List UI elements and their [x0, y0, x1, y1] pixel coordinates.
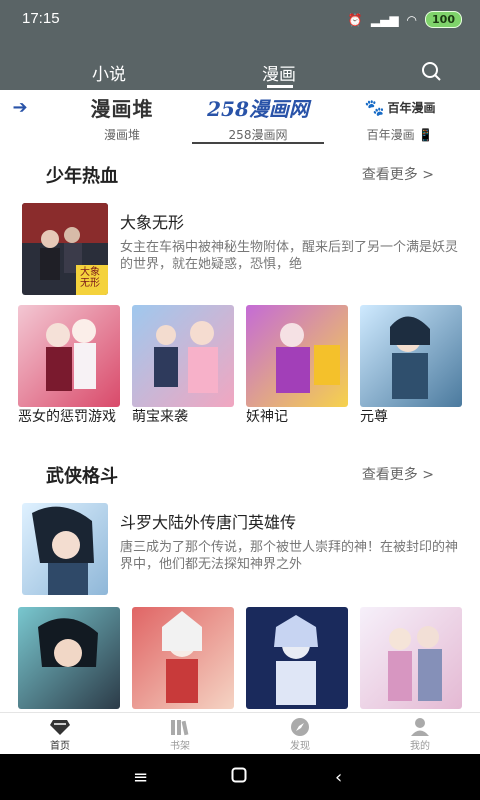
comic-title: 恶女的惩罚游戏 [18, 409, 116, 425]
comic-cover [22, 503, 108, 595]
tab-novel[interactable]: 小说 [92, 60, 126, 85]
system-nav-bar: ≡ ‹ [0, 754, 480, 800]
comic-thumb [360, 305, 462, 407]
section-header: 武侠格斗 查看更多 > [0, 460, 480, 490]
alarm-icon: ⏰ [347, 12, 363, 27]
comic-thumb [132, 305, 234, 407]
source-name: 258漫画网 [228, 128, 288, 142]
cover-art [22, 503, 108, 595]
thumb-art [246, 305, 348, 407]
comic-grid: 恶女的惩罚游戏 萌宝来袭 妖神记 元尊 [0, 305, 480, 445]
nav-label: 发现 [290, 741, 310, 752]
source-item-manhuadui[interactable]: 漫画堆 漫画堆 [62, 90, 182, 148]
search-icon[interactable] [420, 60, 442, 82]
signal-icon: ▂▄▆ [370, 12, 399, 27]
nav-label: 书架 [170, 741, 190, 752]
comic-description: 女主在车祸中被神秘生物附体，醒来后到了另一个满是妖灵的世界，就在她疑惑，恐惧，绝 [120, 240, 459, 272]
nav-home[interactable]: 首页 [30, 717, 90, 752]
section-header: 少年热血 查看更多 > [0, 160, 480, 190]
comic-description: 唐三成为了那个传说，那个被世人崇拜的神！在被封印的神界中，他们都无法探知神界之外 [120, 540, 459, 572]
comic-card[interactable] [18, 607, 120, 709]
source-logo: ➔ [0, 90, 40, 124]
thumb-art [18, 305, 120, 407]
source-selected-indicator [192, 142, 324, 144]
comic-card[interactable]: 妖神记 [246, 305, 348, 426]
more-link[interactable]: 查看更多 > [362, 464, 434, 484]
user-icon [390, 717, 450, 737]
comic-thumb [18, 305, 120, 407]
comic-card[interactable] [132, 607, 234, 709]
source-selector: ➔ 漫画堆 漫画堆 258漫画网 258漫画网 🐾 百年漫画 百年漫画 📱 [0, 90, 480, 148]
wifi-icon: ◠ [406, 12, 418, 27]
source-logo: 258漫画网 [207, 96, 309, 121]
nav-profile[interactable]: 我的 [390, 717, 450, 752]
comic-card[interactable] [246, 607, 348, 709]
featured-comic[interactable]: 大象 无形 大象无形 女主在车祸中被神秘生物附体，醒来后到了另一个满是妖灵的世界… [0, 203, 480, 299]
comic-cover: 大象 无形 [22, 203, 108, 295]
status-icons: ⏰ ▂▄▆ ◠ 100 [348, 11, 462, 28]
comic-title: 妖神记 [246, 409, 288, 425]
thumb-art [18, 607, 120, 709]
thumb-art [360, 305, 462, 407]
home-icon [30, 717, 90, 737]
thumb-art [132, 607, 234, 709]
source-item-partial[interactable]: ➔ [0, 90, 40, 148]
comic-title: 大象无形 [120, 213, 185, 232]
app-header: 17:15 ⏰ ▂▄▆ ◠ 100 小说 漫画 [0, 0, 480, 90]
source-name: 百年漫画 📱 [366, 128, 434, 142]
more-link[interactable]: 查看更多 > [362, 164, 434, 184]
source-logo: 漫画堆 [90, 96, 154, 121]
thumb-art [360, 607, 462, 709]
comic-title: 斗罗大陆外传唐门英雄传 [120, 513, 297, 532]
nav-label: 我的 [410, 741, 430, 752]
nav-bookshelf[interactable]: 书架 [150, 717, 210, 752]
top-tabs: 小说 漫画 [0, 52, 480, 90]
comic-thumb [360, 607, 462, 709]
comic-card[interactable]: 元尊 [360, 305, 462, 426]
comic-card[interactable]: 萌宝来袭 [132, 305, 234, 426]
comic-card[interactable] [360, 607, 462, 709]
compass-icon [270, 717, 330, 737]
source-logo-text: 百年漫画 [387, 100, 436, 115]
thumb-art [246, 607, 348, 709]
source-name: 漫画堆 [103, 128, 140, 142]
comic-thumb [246, 305, 348, 407]
comic-thumb [18, 607, 120, 709]
back-icon[interactable]: ‹ [335, 767, 342, 788]
source-logo: 🐾 百年漫画 [345, 90, 455, 124]
comic-thumb [132, 607, 234, 709]
tab-comic[interactable]: 漫画 [262, 60, 296, 85]
featured-comic[interactable]: 斗罗大陆外传唐门英雄传 唐三成为了那个传说，那个被世人崇拜的神！在被封印的神界中… [0, 503, 480, 599]
bottom-nav: 首页 书架 发现 我的 [0, 712, 480, 754]
bookshelf-icon [150, 717, 210, 737]
comic-title: 元尊 [360, 409, 388, 425]
thumb-art [132, 305, 234, 407]
menu-icon[interactable]: ≡ [133, 767, 148, 788]
comic-thumb [246, 607, 348, 709]
nav-label: 首页 [50, 741, 70, 752]
cover-text: 大象 无形 [80, 267, 100, 289]
source-item-258[interactable]: 258漫画网 258漫画网 [192, 90, 324, 148]
nav-discover[interactable]: 发现 [270, 717, 330, 752]
status-time: 17:15 [22, 10, 60, 27]
section-title: 武侠格斗 [46, 466, 118, 487]
section-title: 少年热血 [46, 166, 118, 187]
home-button-icon[interactable] [231, 767, 247, 788]
status-bar: 17:15 ⏰ ▂▄▆ ◠ 100 [0, 0, 480, 40]
partial-logo-mark: ➔ [12, 96, 28, 118]
comic-card[interactable]: 恶女的惩罚游戏 [18, 305, 120, 426]
comic-title: 萌宝来袭 [132, 409, 188, 425]
tab-indicator [267, 85, 293, 88]
battery-indicator: 100 [425, 11, 462, 28]
paw-icon: 🐾 [364, 97, 385, 117]
source-item-bainian[interactable]: 🐾 百年漫画 百年漫画 📱 [345, 90, 455, 148]
